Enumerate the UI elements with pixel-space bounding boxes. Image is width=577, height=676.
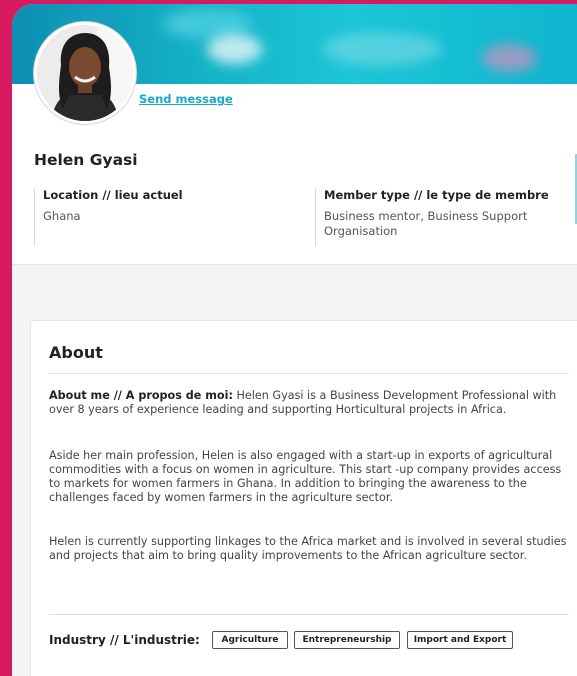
about-card: About About me // A propos de moi: Helen… xyxy=(30,320,577,676)
about-title: About xyxy=(49,343,103,362)
profile-card: Send message Helen Gyasi Location // lie… xyxy=(12,22,577,265)
location-field: Location // lieu actuel Ghana xyxy=(34,188,283,246)
about-me-paragraph: About me // A propos de moi: Helen Gyasi… xyxy=(49,389,569,417)
about-me-label: About me // A propos de moi: xyxy=(49,389,233,402)
about-paragraph-3: Helen is currently supporting linkages t… xyxy=(49,535,567,562)
profile-name: Helen Gyasi xyxy=(34,151,138,169)
member-type-field: Member type // le type de membre Busines… xyxy=(315,188,564,246)
location-value: Ghana xyxy=(43,209,81,223)
member-type-value: Business mentor, Business Support Organi… xyxy=(324,209,528,238)
about-paragraph-2: Aside her main profession, Helen is also… xyxy=(49,449,562,504)
send-message-link[interactable]: Send message xyxy=(139,92,233,106)
industry-divider xyxy=(49,614,569,615)
industry-tag-import-export[interactable]: Import and Export xyxy=(407,631,513,649)
avatar xyxy=(34,22,136,124)
avatar-photo-icon xyxy=(37,25,133,121)
member-type-label: Member type // le type de membre xyxy=(324,188,549,202)
about-divider xyxy=(49,373,569,374)
industry-label: Industry // L'industrie: xyxy=(49,633,200,647)
industry-tag-entrepreneurship[interactable]: Entrepreneurship xyxy=(294,631,400,649)
location-label: Location // lieu actuel xyxy=(43,188,183,202)
industry-tag-agriculture[interactable]: Agriculture xyxy=(212,631,288,649)
profile-frame: Send message Helen Gyasi Location // lie… xyxy=(12,4,577,676)
